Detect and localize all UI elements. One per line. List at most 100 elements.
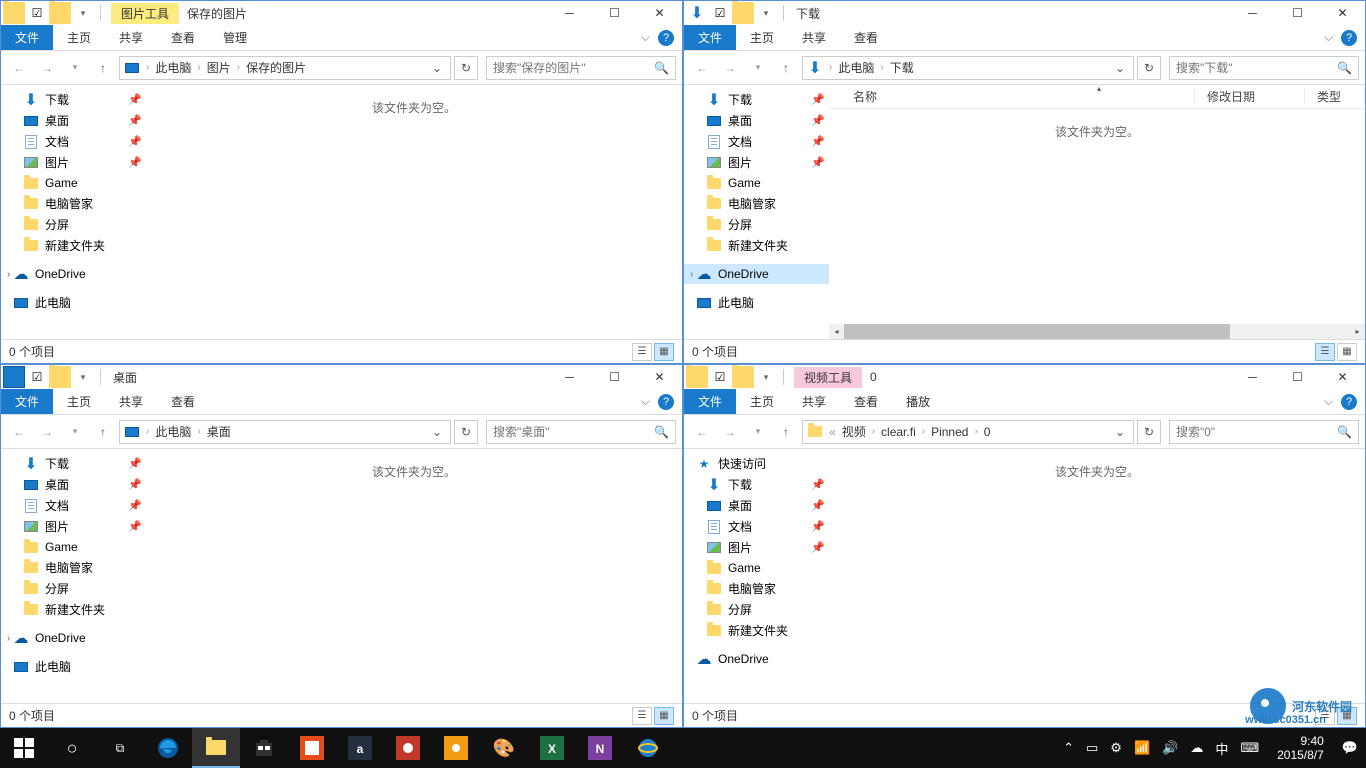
search-icon[interactable]: 🔍: [1337, 425, 1352, 439]
tree-item-folder[interactable]: 新建文件夹: [684, 235, 829, 256]
breadcrumb-item[interactable]: 此电脑: [838, 59, 874, 76]
breadcrumb-item[interactable]: 视频: [842, 423, 866, 440]
tree-item-onedrive[interactable]: ☁OneDrive: [684, 649, 829, 669]
tab-play[interactable]: 播放: [892, 389, 944, 414]
search-input[interactable]: [1176, 425, 1337, 439]
tab-view[interactable]: 查看: [157, 389, 209, 414]
column-name[interactable]: 名称▴: [841, 88, 1195, 105]
breadcrumb-item[interactable]: 0: [984, 425, 991, 439]
context-tab-video[interactable]: 视频工具: [794, 367, 862, 388]
close-button[interactable]: ✕: [637, 366, 682, 388]
close-button[interactable]: ✕: [1320, 2, 1365, 24]
nav-tree[interactable]: ⬇下载📌 桌面📌 文档📌 图片📌 Game 电脑管家 分屏 新建文件夹 ›☁On…: [684, 85, 829, 339]
minimize-button[interactable]: ─: [547, 366, 592, 388]
tree-item-documents[interactable]: 文档📌: [684, 131, 829, 152]
tab-share[interactable]: 共享: [788, 389, 840, 414]
nav-back-button[interactable]: ←: [7, 56, 31, 80]
titlebar[interactable]: ⬇ ☑ ▾ 下载 ─ ☐ ✕: [684, 1, 1365, 25]
titlebar[interactable]: ☑ ▾ 视频工具 0 ─ ☐ ✕: [684, 365, 1365, 389]
nav-recent-button[interactable]: ▾: [63, 420, 87, 444]
tab-home[interactable]: 主页: [53, 389, 105, 414]
tab-home[interactable]: 主页: [736, 389, 788, 414]
help-icon[interactable]: ?: [658, 30, 674, 46]
tray-icon[interactable]: ▭: [1086, 740, 1098, 756]
nav-forward-button[interactable]: →: [718, 56, 742, 80]
tab-view[interactable]: 查看: [157, 25, 209, 50]
tree-item-documents[interactable]: 文档📌: [1, 495, 146, 516]
maximize-button[interactable]: ☐: [1275, 2, 1320, 24]
breadcrumb-item[interactable]: Pinned: [931, 425, 968, 439]
breadcrumb-item[interactable]: 保存的图片: [246, 59, 306, 76]
address-bar[interactable]: › 此电脑 › 图片 › 保存的图片 ⌄: [119, 56, 451, 80]
nav-tree[interactable]: ★快速访问 ⬇下载📌 桌面📌 文档📌 图片📌 Game 电脑管家 分屏 新建文件…: [684, 449, 829, 703]
qat-item[interactable]: ☑: [26, 2, 48, 24]
taskbar-onenote-button[interactable]: N: [576, 728, 624, 768]
refresh-button[interactable]: ↻: [1137, 420, 1161, 444]
nav-back-button[interactable]: ←: [690, 56, 714, 80]
chevron-right-icon[interactable]: ›: [7, 269, 10, 280]
help-icon[interactable]: ?: [658, 394, 674, 410]
tab-view[interactable]: 查看: [840, 389, 892, 414]
tree-item-folder[interactable]: 电脑管家: [684, 578, 829, 599]
tree-item-folder[interactable]: 分屏: [1, 578, 146, 599]
tray-up-icon[interactable]: ⌃: [1063, 740, 1074, 756]
taskbar-paint-button[interactable]: 🎨: [480, 728, 528, 768]
tree-item-onedrive[interactable]: ›☁OneDrive: [684, 264, 829, 284]
maximize-button[interactable]: ☐: [1275, 366, 1320, 388]
refresh-button[interactable]: ↻: [1137, 56, 1161, 80]
taskbar-excel-button[interactable]: X: [528, 728, 576, 768]
taskbar-search-button[interactable]: ○: [48, 728, 96, 768]
tree-item-pictures[interactable]: 图片📌: [1, 152, 146, 173]
tree-item-folder[interactable]: 分屏: [1, 214, 146, 235]
address-dropdown-icon[interactable]: ⌄: [428, 425, 446, 439]
breadcrumb-overflow[interactable]: «: [829, 425, 836, 439]
search-input[interactable]: [1176, 61, 1337, 75]
tab-share[interactable]: 共享: [788, 25, 840, 50]
tab-share[interactable]: 共享: [105, 25, 157, 50]
taskbar-taskview-button[interactable]: ⧉: [96, 728, 144, 768]
tray-icon[interactable]: ☁: [1190, 740, 1203, 756]
tree-item-folder[interactable]: 新建文件夹: [1, 235, 146, 256]
taskbar-explorer-button[interactable]: [192, 728, 240, 768]
close-button[interactable]: ✕: [1320, 366, 1365, 388]
maximize-button[interactable]: ☐: [592, 2, 637, 24]
tab-home[interactable]: 主页: [736, 25, 788, 50]
qat-dropdown[interactable]: ▾: [72, 366, 94, 388]
taskbar-ie-button[interactable]: [624, 728, 672, 768]
ribbon-expand-icon[interactable]: ⌵: [641, 30, 650, 45]
chevron-right-icon[interactable]: ›: [690, 269, 693, 280]
ribbon-expand-icon[interactable]: ⌵: [641, 394, 650, 409]
nav-back-button[interactable]: ←: [7, 420, 31, 444]
qat-item[interactable]: ☑: [26, 366, 48, 388]
qat-dropdown[interactable]: ▾: [755, 366, 777, 388]
breadcrumb-item[interactable]: 图片: [207, 59, 231, 76]
tree-item-desktop[interactable]: 桌面📌: [1, 474, 146, 495]
nav-recent-button[interactable]: ▾: [63, 56, 87, 80]
tree-item-downloads[interactable]: ⬇下载📌: [1, 453, 146, 474]
tree-item-folder[interactable]: Game: [1, 173, 146, 193]
breadcrumb-item[interactable]: 桌面: [207, 423, 231, 440]
breadcrumb-item[interactable]: 此电脑: [155, 423, 191, 440]
tree-item-folder[interactable]: Game: [684, 173, 829, 193]
minimize-button[interactable]: ─: [547, 2, 592, 24]
tree-item-desktop[interactable]: 桌面📌: [1, 110, 146, 131]
search-input[interactable]: [493, 61, 654, 75]
scrollbar-thumb[interactable]: [844, 324, 1230, 339]
close-button[interactable]: ✕: [637, 2, 682, 24]
address-dropdown-icon[interactable]: ⌄: [1111, 61, 1129, 75]
nav-up-button[interactable]: ↑: [774, 420, 798, 444]
file-list[interactable]: 该文件夹为空。: [829, 449, 1365, 703]
taskbar-app-button[interactable]: [432, 728, 480, 768]
search-icon[interactable]: 🔍: [654, 425, 669, 439]
tree-item-thispc[interactable]: 此电脑: [1, 292, 146, 313]
taskbar-app-button[interactable]: [384, 728, 432, 768]
tray-keyboard-icon[interactable]: ⌨: [1240, 740, 1259, 756]
taskbar-amazon-button[interactable]: a: [336, 728, 384, 768]
tray-clock[interactable]: 9:40 2015/8/7: [1271, 734, 1330, 762]
tree-item-pictures[interactable]: 图片📌: [684, 152, 829, 173]
tab-file[interactable]: 文件: [1, 389, 53, 414]
search-icon[interactable]: 🔍: [1337, 61, 1352, 75]
qat-item[interactable]: ☑: [709, 2, 731, 24]
view-details-button[interactable]: ☰: [632, 707, 652, 725]
tray-wifi-icon[interactable]: 📶: [1134, 740, 1150, 756]
